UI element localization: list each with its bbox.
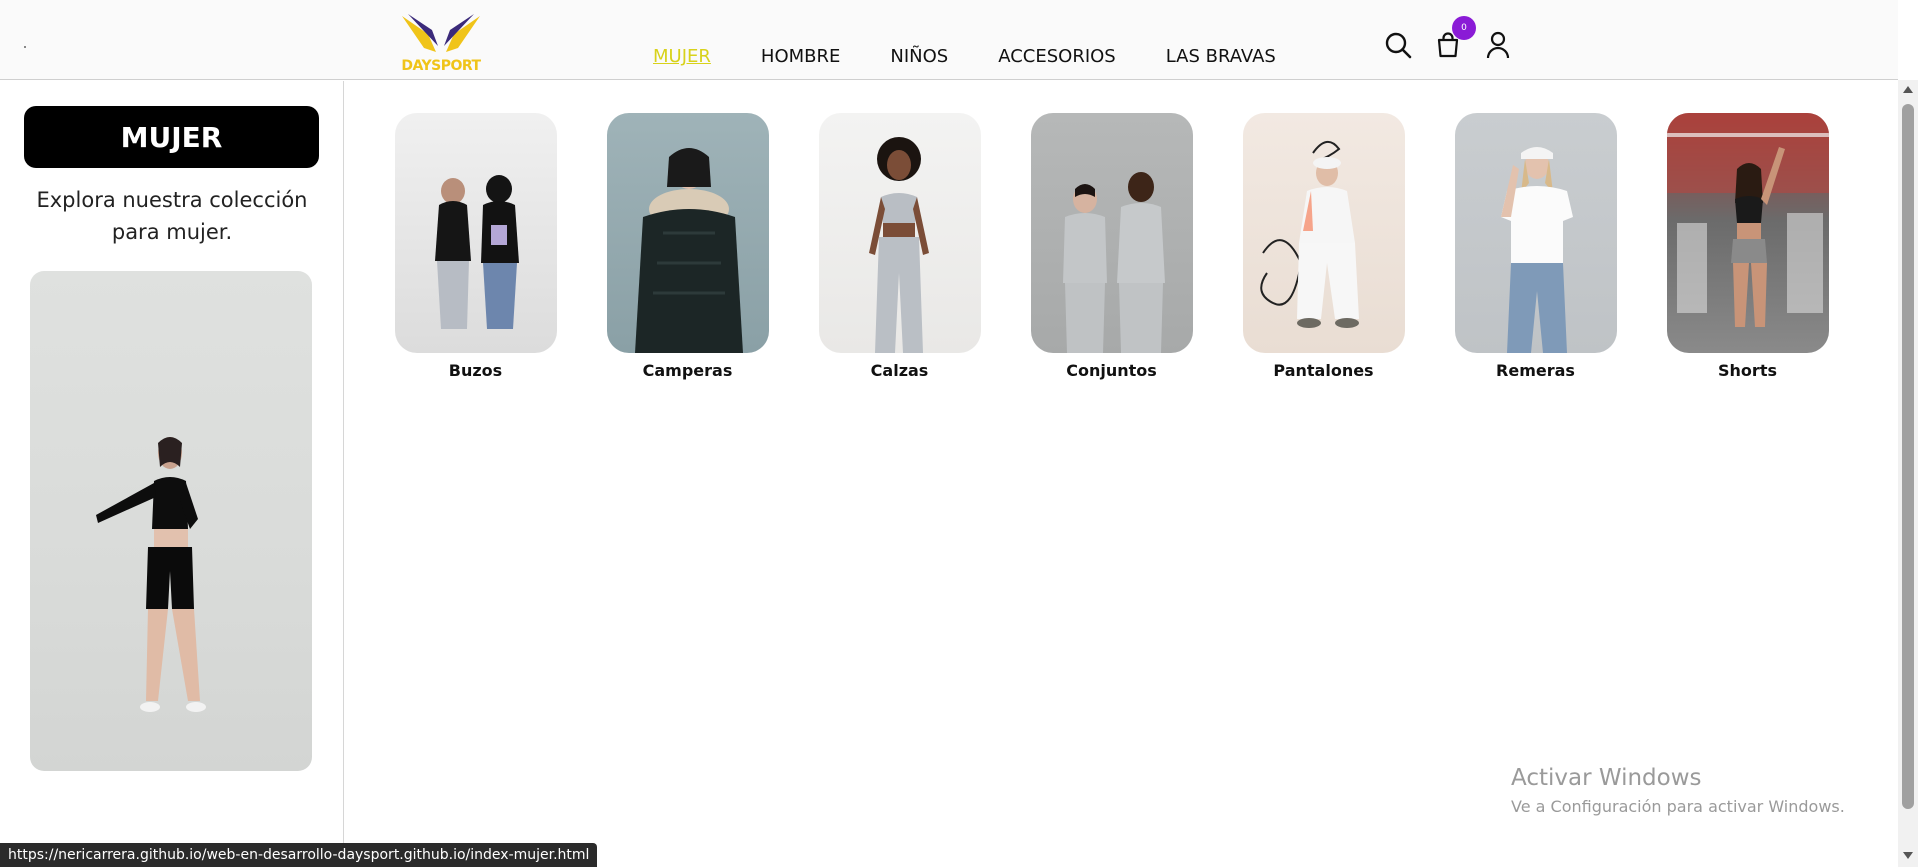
category-label[interactable]: Pantalones: [1273, 361, 1373, 380]
category-label[interactable]: Camperas: [643, 361, 733, 380]
cart-count-badge: 0: [1452, 16, 1476, 40]
sidebar-title: MUJER: [24, 106, 319, 168]
category-label[interactable]: Remeras: [1496, 361, 1575, 380]
windows-activation-watermark: Activar Windows Ve a Configuración para …: [1511, 765, 1845, 816]
nav-item-accesorios[interactable]: ACCESORIOS: [998, 46, 1116, 67]
logo-text: DAYSPORT: [401, 58, 481, 74]
category-image[interactable]: [1030, 113, 1193, 353]
category-image[interactable]: [1666, 113, 1829, 353]
sidebar-model-photo: [30, 271, 312, 771]
category-image[interactable]: [1242, 113, 1405, 353]
scroll-up-arrow-icon[interactable]: [1903, 86, 1913, 93]
category-image[interactable]: [606, 113, 769, 353]
category-card-camperas[interactable]: Camperas: [606, 113, 769, 380]
page: DAYSPORT MUJER HOMBRE NIÑOS ACCESORIOS L…: [0, 0, 1918, 867]
category-card-shorts[interactable]: Shorts: [1666, 113, 1829, 380]
category-image[interactable]: [394, 113, 557, 353]
category-card-conjuntos[interactable]: Conjuntos: [1030, 113, 1193, 380]
site-header: DAYSPORT MUJER HOMBRE NIÑOS ACCESORIOS L…: [0, 0, 1898, 80]
category-sidebar: MUJER Explora nuestra colección para muj…: [0, 81, 344, 867]
category-card-remeras[interactable]: Remeras: [1454, 113, 1617, 380]
user-icon[interactable]: [1483, 30, 1513, 60]
vertical-scrollbar[interactable]: [1898, 80, 1918, 867]
nav-item-hombre[interactable]: HOMBRE: [761, 46, 840, 67]
search-icon[interactable]: [1383, 30, 1413, 60]
category-card-calzas[interactable]: Calzas: [818, 113, 981, 380]
main-nav: MUJER HOMBRE NIÑOS ACCESORIOS LAS BRAVAS: [653, 46, 1326, 67]
category-image[interactable]: [818, 113, 981, 353]
scroll-down-arrow-icon[interactable]: [1903, 852, 1913, 859]
category-grid-area: Buzos Camperas Calzas Conjuntos Pantalon…: [345, 81, 1885, 867]
watermark-subtitle: Ve a Configuración para activar Windows.: [1511, 797, 1845, 816]
category-label[interactable]: Calzas: [871, 361, 929, 380]
link-status-url: https://nericarrera.github.io/web-en-des…: [0, 843, 598, 867]
watermark-title: Activar Windows: [1511, 765, 1702, 791]
nav-item-ninos[interactable]: NIÑOS: [890, 46, 948, 67]
header-marker: [24, 46, 26, 48]
category-image[interactable]: [1454, 113, 1617, 353]
nav-item-las-bravas[interactable]: LAS BRAVAS: [1166, 46, 1276, 67]
category-label[interactable]: Buzos: [449, 361, 502, 380]
category-list: Buzos Camperas Calzas Conjuntos Pantalon…: [394, 113, 1878, 380]
scroll-thumb[interactable]: [1902, 104, 1914, 809]
nav-item-mujer[interactable]: MUJER: [653, 46, 711, 67]
daysport-logo[interactable]: DAYSPORT: [398, 12, 484, 78]
sidebar-description: Explora nuestra colección para mujer.: [36, 188, 308, 244]
category-label[interactable]: Shorts: [1718, 361, 1777, 380]
category-label[interactable]: Conjuntos: [1066, 361, 1157, 380]
wings-logo-icon: [402, 14, 480, 52]
category-card-buzos[interactable]: Buzos: [394, 113, 557, 380]
category-card-pantalones[interactable]: Pantalones: [1242, 113, 1405, 380]
